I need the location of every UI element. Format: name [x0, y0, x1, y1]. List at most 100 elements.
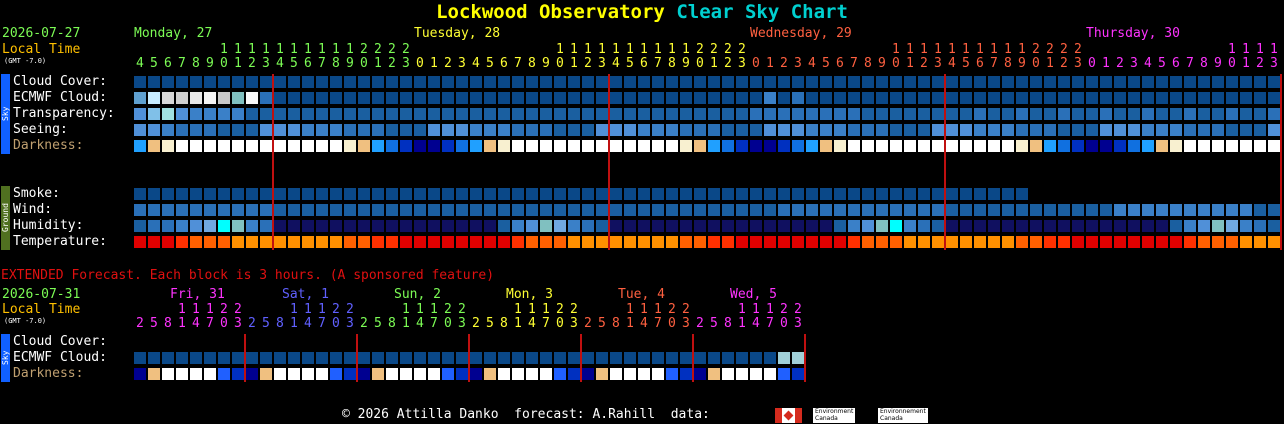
extended-row-label: Darkness: [13, 366, 84, 381]
forecast-block [1254, 92, 1266, 104]
forecast-block [1114, 140, 1126, 152]
forecast-block [246, 204, 258, 216]
forecast-block [624, 92, 636, 104]
forecast-block [666, 220, 678, 232]
extended-gmt-offset: (GMT -7.0) [4, 317, 47, 325]
forecast-block [498, 76, 510, 88]
forecast-block [792, 108, 804, 120]
hour-ones-digit: 3 [794, 56, 802, 71]
hour-tens-digit: 1 [1018, 42, 1026, 57]
forecast-block [736, 124, 748, 136]
forecast-block [148, 352, 160, 364]
forecast-block [848, 92, 860, 104]
forecast-block [722, 92, 734, 104]
forecast-block [1128, 108, 1140, 120]
forecast-block [1030, 108, 1042, 120]
forecast-block [498, 368, 510, 380]
hour-ones-digit: 9 [878, 56, 886, 71]
environment-canada-logo: Environment Canada [813, 408, 856, 423]
hour-tens-digit: 1 [290, 42, 298, 57]
hour-ones-digit: 0 [1088, 56, 1096, 71]
forecast-block [162, 124, 174, 136]
forecast-block [232, 76, 244, 88]
forecast-block [498, 204, 510, 216]
forecast-block [1030, 236, 1042, 248]
forecast-block [554, 124, 566, 136]
forecast-block [1170, 220, 1182, 232]
extended-midnight-divider [692, 334, 694, 382]
forecast-block [344, 92, 356, 104]
forecast-block [1086, 92, 1098, 104]
forecast-block [428, 236, 440, 248]
ext-hour-tens: 2 [570, 302, 578, 317]
forecast-block [344, 124, 356, 136]
forecast-block [820, 188, 832, 200]
forecast-block [134, 368, 146, 380]
forecast-block [134, 92, 146, 104]
forecast-block [1058, 220, 1070, 232]
forecast-block [344, 352, 356, 364]
forecast-block [498, 352, 510, 364]
forecast-block [610, 124, 622, 136]
forecast-block [1030, 92, 1042, 104]
forecast-block [204, 368, 216, 380]
forecast-block [806, 76, 818, 88]
hour-ones-digit: 4 [948, 56, 956, 71]
forecast-block [638, 204, 650, 216]
forecast-block [442, 236, 454, 248]
forecast-block [554, 220, 566, 232]
forecast-block [624, 124, 636, 136]
forecast-block [358, 108, 370, 120]
forecast-block [470, 236, 482, 248]
forecast-block [498, 124, 510, 136]
forecast-block [792, 188, 804, 200]
forecast-block [1016, 124, 1028, 136]
extended-midnight-divider [356, 334, 358, 382]
forecast-block [638, 368, 650, 380]
forecast-block [876, 92, 888, 104]
forecast-block [414, 368, 426, 380]
forecast-block [904, 188, 916, 200]
forecast-block [974, 124, 986, 136]
forecast-block [1254, 124, 1266, 136]
hour-tens-digit: 1 [346, 42, 354, 57]
forecast-block [638, 352, 650, 364]
forecast-block [316, 76, 328, 88]
forecast-block [680, 92, 692, 104]
forecast-block [932, 236, 944, 248]
forecast-block [148, 368, 160, 380]
forecast-block [862, 76, 874, 88]
forecast-block [932, 140, 944, 152]
forecast-block [512, 140, 524, 152]
forecast-block [358, 352, 370, 364]
forecast-block [624, 352, 636, 364]
forecast-block [834, 188, 846, 200]
forecast-block [750, 108, 762, 120]
ext-hour-ones: 8 [724, 316, 732, 331]
forecast-block [848, 220, 860, 232]
hour-ones-digit: 2 [248, 56, 256, 71]
forecast-block [358, 124, 370, 136]
forecast-block [666, 76, 678, 88]
ext-hour-tens: 1 [290, 302, 298, 317]
forecast-block [274, 220, 286, 232]
hour-ones-digit: 6 [304, 56, 312, 71]
forecast-block [876, 236, 888, 248]
forecast-block [316, 92, 328, 104]
hour-tens-digit: 1 [598, 42, 606, 57]
forecast-block [694, 220, 706, 232]
forecast-block [1212, 140, 1224, 152]
forecast-block [1184, 140, 1196, 152]
ext-hour-ones: 0 [220, 316, 228, 331]
forecast-block [498, 236, 510, 248]
ext-hour-tens: 1 [626, 302, 634, 317]
forecast-block [1240, 236, 1252, 248]
hour-ones-digit: 8 [528, 56, 536, 71]
forecast-block [246, 76, 258, 88]
forecast-block [960, 76, 972, 88]
forecast-block [946, 124, 958, 136]
forecast-block [918, 76, 930, 88]
forecast-block [890, 236, 902, 248]
forecast-block [400, 204, 412, 216]
forecast-block [974, 140, 986, 152]
